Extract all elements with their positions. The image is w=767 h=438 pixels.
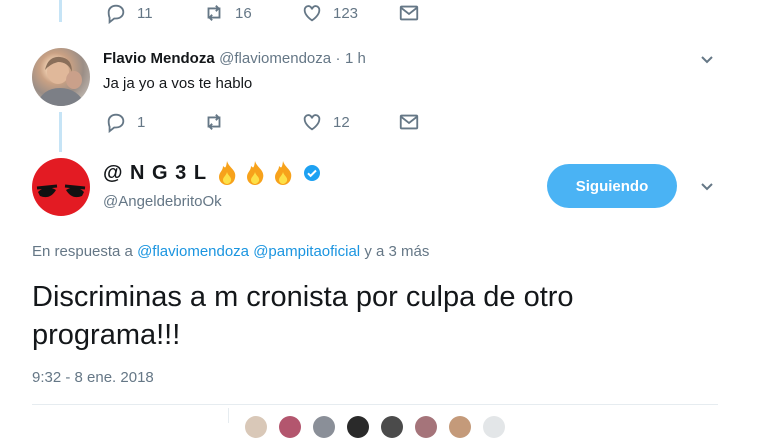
- divider: [32, 404, 718, 405]
- author-handle[interactable]: @flaviomendoza: [219, 50, 331, 67]
- retweet-count: 16: [235, 4, 252, 22]
- fire-icon: [243, 160, 267, 186]
- fire-icon: [271, 160, 295, 186]
- reply-text: Ja ja yo a vos te hablo: [103, 75, 253, 92]
- fire-icon: [215, 160, 239, 186]
- thread-line-top: [59, 0, 62, 22]
- main-header: @ N G 3 L: [103, 160, 321, 186]
- avatar-liker[interactable]: [313, 416, 335, 438]
- reply-count: 1: [137, 113, 146, 131]
- tweet-timestamp[interactable]: 9:32 - 8 ene. 2018: [32, 369, 154, 386]
- reply-header: Flavio Mendoza @flaviomendoza · 1 h: [103, 50, 366, 68]
- retweet-button[interactable]: [203, 111, 235, 133]
- dm-button[interactable]: [398, 111, 420, 133]
- display-name[interactable]: @ N G 3 L: [103, 162, 207, 185]
- avatar-liker[interactable]: [245, 416, 267, 438]
- avatar-liker[interactable]: [483, 416, 505, 438]
- like-count: 12: [333, 113, 350, 131]
- avatar-liker[interactable]: [449, 416, 471, 438]
- avatar-liker[interactable]: [347, 416, 369, 438]
- avatar-liker[interactable]: [415, 416, 437, 438]
- tweet-text: Discriminas a m cronista por culpa de ot…: [32, 281, 574, 351]
- reply-mention-1[interactable]: @flaviomendoza: [137, 243, 249, 260]
- in-reply-prefix: En respuesta a: [32, 243, 133, 260]
- envelope-icon: [399, 114, 419, 130]
- main-handle[interactable]: @AngeldebritoOk: [103, 193, 222, 210]
- reply-button[interactable]: 1: [105, 111, 145, 133]
- retweet-button[interactable]: 16: [203, 2, 252, 24]
- time-ago[interactable]: 1 h: [345, 50, 366, 67]
- envelope-icon: [399, 5, 419, 21]
- retweet-icon: [207, 114, 221, 130]
- author-name[interactable]: Flavio Mendoza: [103, 50, 215, 67]
- like-button[interactable]: 12: [301, 111, 350, 133]
- separator-dot: ·: [335, 50, 341, 67]
- reply-icon: [107, 4, 125, 24]
- avatar-liker[interactable]: [279, 416, 301, 438]
- reply-icon: [107, 113, 125, 133]
- like-button[interactable]: 123: [301, 2, 358, 24]
- retweet-icon: [207, 5, 221, 21]
- avatar-liker[interactable]: [381, 416, 403, 438]
- chevron-down-icon: [701, 56, 713, 64]
- heart-icon: [303, 114, 321, 131]
- in-reply-to: En respuesta a @flaviomendoza @pampitaof…: [32, 243, 429, 260]
- more-menu-reply[interactable]: [700, 53, 714, 67]
- verified-badge-icon: [303, 164, 321, 182]
- reply-mention-2[interactable]: @pampitaoficial: [253, 243, 360, 260]
- avatar-flavio[interactable]: [32, 48, 90, 106]
- dm-button[interactable]: [398, 2, 420, 24]
- like-count: 123: [333, 4, 359, 22]
- thread-line-bottom: [59, 112, 62, 152]
- reply-button[interactable]: 11: [105, 2, 153, 24]
- avatar-angel[interactable]: [32, 158, 90, 216]
- stats-divider: [228, 408, 229, 423]
- chevron-down-icon: [701, 183, 713, 191]
- heart-icon: [303, 5, 321, 22]
- more-menu-main[interactable]: [700, 180, 714, 194]
- following-button[interactable]: Siguiendo: [547, 164, 677, 208]
- reply-suffix[interactable]: y a 3 más: [364, 243, 429, 260]
- reply-count: 11: [137, 4, 153, 22]
